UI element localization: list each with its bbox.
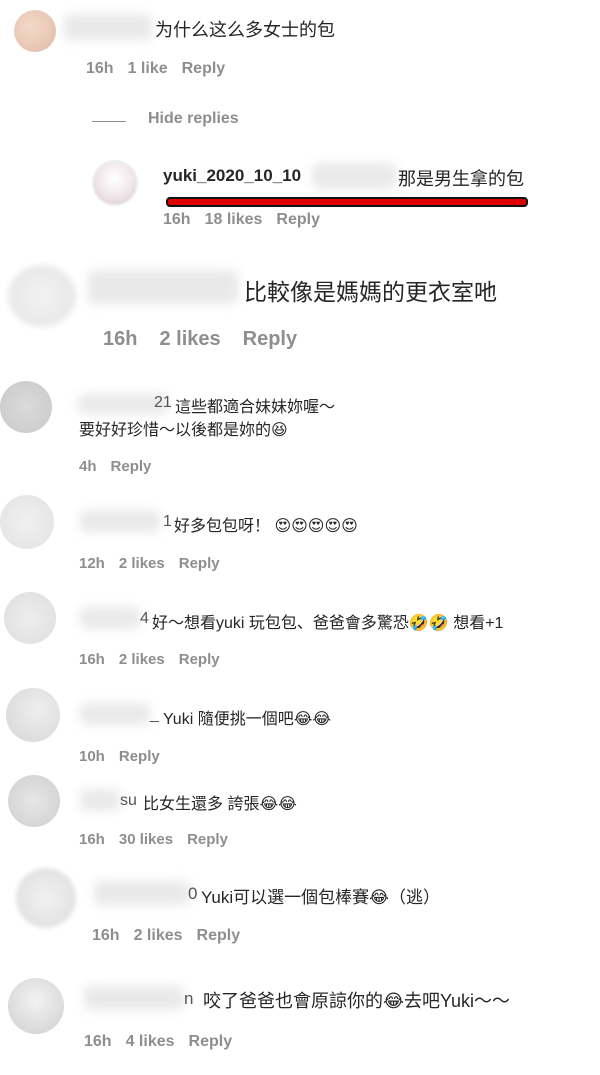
comment-meta: 16h 2 likes Reply xyxy=(92,927,240,945)
comment-text: 那是男生拿的包 xyxy=(398,169,524,189)
username-blurred[interactable] xyxy=(80,607,140,629)
comment-meta: 16h 1 like Reply xyxy=(86,60,225,78)
username-blurred[interactable] xyxy=(88,270,238,304)
avatar[interactable] xyxy=(0,495,54,549)
comment-text: Yuki 隨便挑一個吧😂😂 xyxy=(163,711,332,728)
username-suffix: 4 xyxy=(140,610,149,627)
timestamp: 4h xyxy=(79,458,97,475)
username-blurred[interactable] xyxy=(80,789,120,811)
timestamp: 16h xyxy=(79,651,105,668)
comment-text: 比女生還多 誇張😂😂 xyxy=(143,796,297,813)
reply-button[interactable]: Reply xyxy=(179,555,220,572)
username[interactable]: yuki_2020_10_10 xyxy=(163,166,301,186)
username-blurred[interactable] xyxy=(84,986,184,1010)
username-suffix: 0 xyxy=(188,884,198,903)
reply-button[interactable]: Reply xyxy=(179,651,220,668)
username-suffix: n xyxy=(184,989,194,1008)
comment-meta: 16h 4 likes Reply xyxy=(84,1033,232,1051)
comment-meta: 16h 18 likes Reply xyxy=(163,211,320,229)
avatar[interactable] xyxy=(0,381,52,433)
avatar[interactable] xyxy=(4,592,56,644)
divider-line xyxy=(92,121,126,122)
timestamp: 10h xyxy=(79,748,105,765)
username-suffix: _ xyxy=(150,706,159,723)
comment-text: 好～想看yuki 玩包包、爸爸會多驚恐🤣🤣 想看+1 xyxy=(152,615,504,632)
reply-button[interactable]: Reply xyxy=(119,748,160,765)
like-count[interactable]: 2 likes xyxy=(159,328,220,351)
username-blurred[interactable] xyxy=(94,881,190,905)
timestamp: 16h xyxy=(92,927,120,944)
comment-text: 比較像是媽媽的更衣室吔 xyxy=(244,279,497,305)
mention-blurred xyxy=(312,163,396,189)
username-blurred[interactable] xyxy=(64,14,152,40)
comment-text: 为什么这么多女士的包 xyxy=(155,20,335,40)
comment-meta: 16h 2 likes Reply xyxy=(103,328,297,351)
username-blurred[interactable] xyxy=(80,510,160,532)
avatar[interactable] xyxy=(16,868,76,928)
avatar[interactable] xyxy=(8,775,60,827)
comment-meta: 10h Reply xyxy=(79,748,160,765)
reply-button[interactable]: Reply xyxy=(189,1033,233,1051)
hide-replies-button[interactable]: Hide replies xyxy=(148,110,239,128)
username-suffix: 21 xyxy=(154,394,172,411)
username-suffix: 1 xyxy=(163,513,172,530)
comment-text: 好多包包呀！ 😍😍😍😍😍 xyxy=(174,518,358,535)
reply-button[interactable]: Reply xyxy=(243,328,297,351)
timestamp: 16h xyxy=(86,60,114,77)
like-count[interactable]: 2 likes xyxy=(119,651,165,668)
like-count[interactable]: 1 like xyxy=(128,60,168,78)
avatar[interactable] xyxy=(92,160,138,206)
username-suffix: su xyxy=(120,792,137,809)
comment-meta: 12h 2 likes Reply xyxy=(79,555,220,572)
like-count[interactable]: 2 likes xyxy=(134,927,183,945)
reply-button[interactable]: Reply xyxy=(187,831,228,848)
username-blurred[interactable] xyxy=(80,703,150,725)
comment-text-line1: 這些都適合妹妹妳喔～ xyxy=(175,399,336,416)
timestamp: 16h xyxy=(103,328,138,350)
red-highlight-bar xyxy=(166,197,528,207)
avatar[interactable] xyxy=(8,978,64,1034)
timestamp: 16h xyxy=(79,831,105,848)
reply-button[interactable]: Reply xyxy=(182,60,226,78)
comment-text: 咬了爸爸也會原諒你的😂去吧Yuki～～ xyxy=(203,991,511,1011)
like-count[interactable]: 4 likes xyxy=(126,1033,175,1051)
comment-meta: 16h 30 likes Reply xyxy=(79,831,228,848)
avatar[interactable] xyxy=(14,10,56,52)
timestamp: 12h xyxy=(79,555,105,572)
comment-meta: 16h 2 likes Reply xyxy=(79,651,220,668)
like-count[interactable]: 30 likes xyxy=(119,831,173,848)
timestamp: 16h xyxy=(84,1033,112,1050)
reply-button[interactable]: Reply xyxy=(111,458,152,475)
reply-button[interactable]: Reply xyxy=(276,211,320,229)
avatar[interactable] xyxy=(8,265,76,327)
comment-text-line2: 要好好珍惜～以後都是妳的😆 xyxy=(79,422,288,439)
like-count[interactable]: 2 likes xyxy=(119,555,165,572)
timestamp: 16h xyxy=(163,211,191,228)
like-count[interactable]: 18 likes xyxy=(205,211,263,229)
comment-text: Yuki可以選一個包棒賽😂（逃） xyxy=(201,888,440,907)
avatar[interactable] xyxy=(6,688,60,742)
reply-button[interactable]: Reply xyxy=(197,927,241,945)
comment-meta: 4h Reply xyxy=(79,458,151,475)
